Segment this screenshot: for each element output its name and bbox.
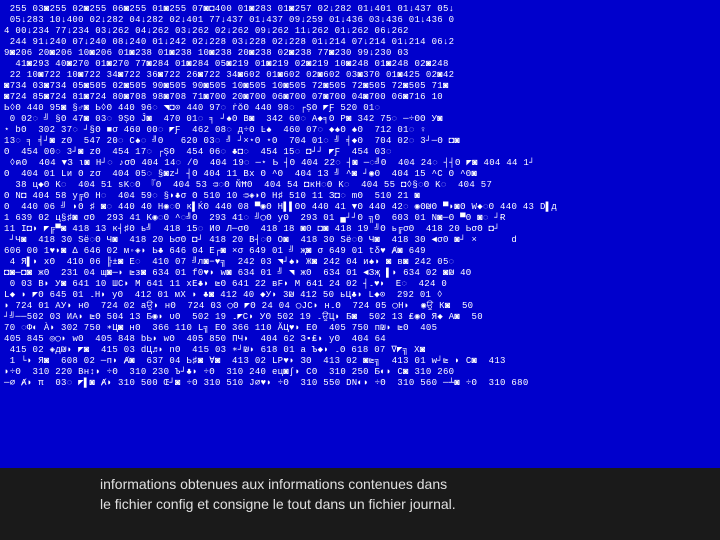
caption-line-1: informations obtenues aux informations c…: [100, 476, 447, 492]
hex-dump-block: 255 03◙255 02◙255 06◙255 01◙255 07◙◘400 …: [0, 0, 720, 468]
caption-text: informations obtenues aux informations c…: [0, 468, 720, 514]
caption-line-2: le fichier config et consigne le tout da…: [100, 496, 456, 512]
